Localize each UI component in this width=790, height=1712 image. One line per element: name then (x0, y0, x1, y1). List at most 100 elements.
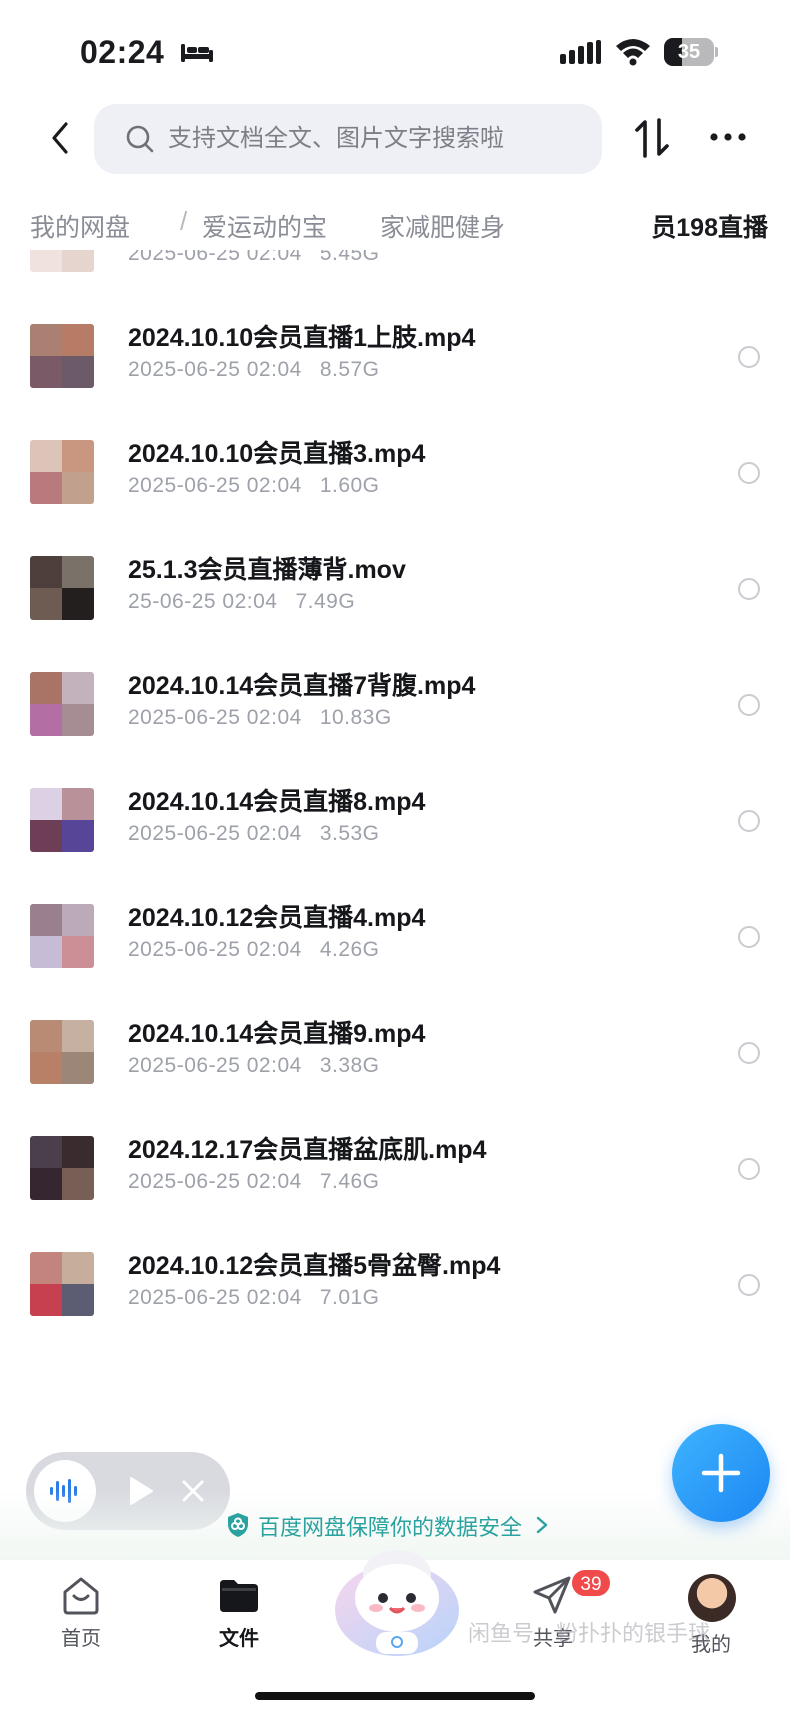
file-row[interactable]: 2024.10.10会员直播3.mp4 2025-06-25 02:04 1.60G (0, 422, 790, 548)
file-name: 2024.10.12会员直播4.mp4 (128, 904, 426, 932)
file-date: 2025-06-25 02:04 (128, 1170, 302, 1193)
file-row[interactable]: 2024.12.17会员直播盆底肌.mp4 2025-06-25 02:04 7.4… (0, 1118, 790, 1244)
tab-label-files: 文件 (219, 1628, 259, 1650)
breadcrumb-root[interactable]: 我的网盘 (30, 208, 130, 244)
file-meta: 2025-06-25 02:04 3.38G (128, 1054, 380, 1078)
file-size: 5.45G (319, 250, 380, 265)
file-row[interactable]: 2024.10.14会员直播8.mp4 2025-06-25 02:04 3.53G (0, 770, 790, 896)
select-radio[interactable] (738, 1158, 760, 1180)
avatar (688, 1574, 736, 1622)
select-radio[interactable] (738, 346, 760, 368)
breadcrumb-separator: / (180, 206, 188, 236)
more-icon[interactable] (708, 130, 748, 144)
file-size: 3.38G (319, 1054, 380, 1077)
sort-icon[interactable] (632, 116, 672, 160)
file-meta: 25-06-25 02:04 7.49G (128, 590, 355, 614)
file-thumbnail (30, 788, 94, 852)
shield-icon (228, 1513, 248, 1537)
status-bar: 02:24 35 (0, 0, 790, 100)
file-thumbnail (30, 1020, 94, 1084)
file-meta: 2025-06-25 02:04 5.45G (128, 250, 380, 266)
select-radio[interactable] (738, 926, 760, 948)
mascot-icon[interactable] (330, 1540, 464, 1660)
file-meta: 2025-06-25 02:04 1.60G (128, 474, 380, 498)
file-thumbnail (30, 1136, 94, 1200)
file-size: 7.46G (319, 1170, 380, 1193)
select-radio[interactable] (738, 810, 760, 832)
wifi-icon (616, 39, 650, 66)
tab-files[interactable]: 文件 (184, 1574, 294, 1651)
file-row[interactable]: 2024.10.12会员直播4.mp4 2025-06-25 02:04 4.26G (0, 886, 790, 1012)
file-row[interactable]: 2024.10.10会员直播1上肢.mp4 2025-06-25 02:04 8.5… (0, 306, 790, 432)
file-name: 2024.10.14会员直播9.mp4 (128, 1020, 426, 1048)
file-date: 2025-06-25 02:04 (128, 474, 302, 497)
status-time: 02:24 (80, 34, 165, 70)
file-meta: 2025-06-25 02:04 10.83G (128, 706, 392, 730)
breadcrumb-folder[interactable]: 爱运动的宝 (202, 208, 327, 244)
file-date: 2025-06-25 02:04 (128, 1286, 302, 1309)
file-row[interactable]: 2024.10.14会员直播7背腹.mp4 2025-06-25 02:04 10.… (0, 654, 790, 780)
breadcrumb-subfolder[interactable]: 家减肥健身 (380, 208, 505, 244)
select-radio[interactable] (738, 694, 760, 716)
file-size: 8.57G (319, 358, 380, 381)
file-name: 2024.10.14会员直播8.mp4 (128, 788, 426, 816)
safety-text: 百度网盘保障你的数据安全 (258, 1515, 523, 1540)
search-placeholder: 支持文档全文、图片文字搜索啦 (168, 125, 504, 152)
file-row[interactable]: 2024.10.14会员直播9.mp4 2025-06-25 02:04 3.38G (0, 1002, 790, 1128)
file-name: 2024.10.14会员直播7背腹.mp4 (128, 672, 476, 700)
tab-label-home: 首页 (61, 1628, 101, 1650)
file-meta: 2025-06-25 02:04 4.26G (128, 938, 380, 962)
folder-icon (220, 1580, 258, 1612)
file-thumbnail (30, 324, 94, 388)
file-name: 2024.10.10会员直播3.mp4 (128, 440, 426, 468)
file-name: 25.1.3会员直播薄背.mov (128, 556, 406, 584)
back-icon[interactable] (44, 118, 76, 158)
file-size: 1.60G (319, 474, 380, 497)
select-radio[interactable] (738, 1042, 760, 1064)
file-size: 4.26G (319, 938, 380, 961)
plus-icon (701, 1453, 741, 1493)
file-row[interactable]: 25.1.3会员直播薄背.mov 25-06-25 02:04 7.49G (0, 538, 790, 664)
file-meta: 2025-06-25 02:04 7.46G (128, 1170, 380, 1194)
tab-home[interactable]: 首页 (26, 1574, 136, 1651)
file-date: 25-06-25 02:04 (128, 590, 278, 613)
search-icon (126, 125, 154, 153)
breadcrumb-current: 员198直播 (651, 214, 768, 242)
add-button[interactable] (672, 1424, 770, 1522)
file-date: 2025-06-25 02:04 (128, 822, 302, 845)
file-thumbnail (30, 440, 94, 504)
file-meta: 2025-06-25 02:04 3.53G (128, 822, 380, 846)
file-list[interactable]: 2025-06-25 02:04 5.45G 2024.10.10会员直播1上肢.m… (0, 250, 790, 1435)
file-date: 2025-06-25 02:04 (128, 938, 302, 961)
file-meta: 2025-06-25 02:04 7.01G (128, 1286, 380, 1310)
file-thumbnail (30, 672, 94, 736)
home-icon (63, 1577, 99, 1615)
select-radio[interactable] (738, 578, 760, 600)
bed-icon (181, 44, 213, 62)
chevron-right-icon (536, 1516, 548, 1534)
file-thumbnail (30, 250, 94, 272)
file-date: 2025-06-25 02:04 (128, 250, 302, 265)
file-size: 10.83G (319, 706, 392, 729)
battery-level: 35 (677, 41, 701, 63)
select-radio[interactable] (738, 462, 760, 484)
file-size: 7.49G (295, 590, 356, 613)
signal-icon (560, 40, 601, 64)
file-date: 2025-06-25 02:04 (128, 358, 302, 381)
battery-icon: 35 (664, 38, 718, 66)
file-name: 2024.12.17会员直播盆底肌.mp4 (128, 1136, 487, 1164)
file-meta: 2025-06-25 02:04 8.57G (128, 358, 380, 382)
file-row[interactable]: 2024.10.12会员直播5骨盆臀.mp4 2025-06-25 02:04 7.… (0, 1234, 790, 1360)
home-indicator (255, 1692, 535, 1700)
file-thumbnail (30, 1252, 94, 1316)
file-size: 3.53G (319, 822, 380, 845)
watermark: 闲鱼号：粉扑扑的银手球 (468, 1621, 711, 1646)
file-name: 2024.10.10会员直播1上肢.mp4 (128, 324, 476, 352)
paper-plane-icon (533, 1576, 571, 1614)
search-input[interactable]: 支持文档全文、图片文字搜索啦 (94, 104, 602, 174)
select-radio[interactable] (738, 1274, 760, 1296)
file-thumbnail (30, 556, 94, 620)
file-thumbnail (30, 904, 94, 968)
file-date: 2025-06-25 02:04 (128, 706, 302, 729)
file-date: 2025-06-25 02:04 (128, 1054, 302, 1077)
